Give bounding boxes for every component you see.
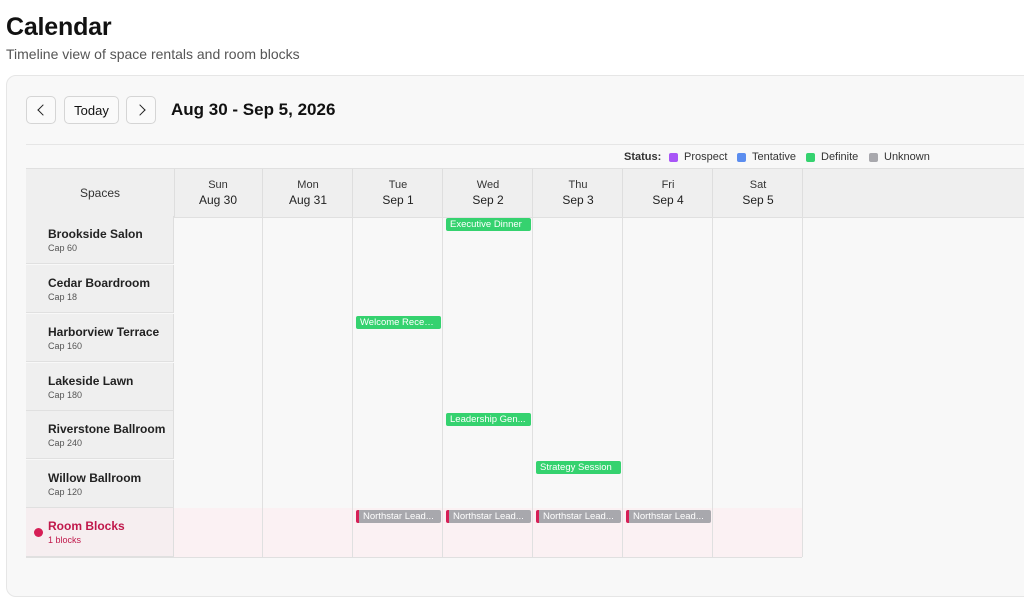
day-date: Aug 31 (288, 193, 328, 207)
day-of-week: Thu (568, 179, 588, 191)
legend-item-tentative: Tentative (737, 151, 796, 163)
event-welcome-reception[interactable]: Welcome Recep... (356, 316, 441, 329)
day-of-week: Sun (208, 179, 228, 191)
day-date: Sep 2 (472, 193, 504, 207)
day-header-wed: Wed Sep 2 (444, 169, 533, 217)
legend-text-unknown: Unknown (884, 151, 930, 163)
legend-item-definite: Definite (806, 151, 858, 163)
day-header-thu: Thu Sep 3 (534, 169, 623, 217)
previous-week-button[interactable] (26, 96, 56, 124)
room-blocks-dot-icon (34, 528, 43, 537)
calendar-card: Today Aug 30 - Sep 5, 2026 Status: Prosp… (6, 75, 1024, 597)
legend-text-definite: Definite (821, 151, 859, 163)
timeline-header: Spaces Sun Aug 30 Mon Aug 31 Tue Sep 1 Wed S… (26, 168, 1024, 218)
legend-swatch-unknown (869, 152, 878, 162)
room-block-event[interactable]: Northstar Lead... (446, 510, 531, 523)
space-name: Harborview Terrace (48, 325, 160, 339)
day-column-fri[interactable] (624, 216, 713, 557)
event-executive-dinner[interactable]: Executive Dinner (446, 218, 531, 231)
space-name: Brookside Salon (48, 227, 143, 241)
day-of-week: Tue (388, 179, 408, 191)
day-date: Sep 4 (652, 193, 684, 207)
day-of-week: Mon (297, 179, 319, 191)
legend-item-unknown: Unknown (869, 151, 930, 163)
legend-text-tentative: Tentative (752, 151, 797, 163)
next-week-button[interactable] (126, 96, 156, 124)
legend-swatch-prospect (669, 152, 678, 162)
spaces-column-header: Spaces (26, 169, 175, 217)
day-column-mon[interactable] (264, 216, 353, 557)
space-row-label[interactable]: Lakeside Lawn Cap 180 (26, 363, 174, 411)
space-row-label[interactable]: Cedar Boardroom Cap 18 (26, 265, 174, 313)
space-row-label[interactable]: Riverstone Ballroom Cap 240 (26, 411, 174, 459)
timeline-grid: Spaces Sun Aug 30 Mon Aug 31 Tue Sep 1 Wed S… (26, 168, 1024, 558)
day-header-sun: Sun Aug 30 (174, 169, 263, 217)
space-capacity: Cap 60 (48, 243, 78, 253)
room-block-event[interactable]: Northstar Lead... (626, 510, 711, 523)
room-blocks-label[interactable]: Room Blocks 1 blocks (26, 508, 174, 557)
page-subtitle: Timeline view of space rentals and room … (6, 46, 300, 62)
day-header-tue: Tue Sep 1 (354, 169, 443, 217)
page-title: Calendar (6, 13, 112, 41)
space-name: Willow Ballroom (48, 471, 142, 485)
space-row-label[interactable]: Brookside Salon Cap 60 (26, 216, 174, 264)
room-block-event[interactable]: Northstar Lead... (536, 510, 621, 523)
space-capacity: Cap 120 (48, 487, 83, 497)
legend-text-prospect: Prospect (684, 151, 728, 163)
day-date: Sep 1 (382, 193, 414, 207)
day-column-sun[interactable] (174, 216, 263, 557)
legend-swatch-definite (806, 152, 815, 162)
day-of-week: Wed (476, 179, 500, 191)
day-of-week: Sat (749, 179, 767, 191)
room-block-event[interactable]: Northstar Lead... (356, 510, 441, 523)
day-column-thu[interactable] (534, 216, 623, 557)
day-column-sat[interactable] (714, 216, 803, 557)
room-blocks-title: Room Blocks (48, 519, 125, 533)
day-column-tue[interactable] (354, 216, 443, 557)
today-button[interactable]: Today (64, 96, 119, 124)
day-header-sat: Sat Sep 5 (714, 169, 803, 217)
space-row-label[interactable]: Harborview Terrace Cap 160 (26, 314, 174, 362)
space-row-label[interactable]: Willow Ballroom Cap 120 (26, 460, 174, 508)
day-date: Aug 30 (198, 193, 238, 207)
event-strategy-session[interactable]: Strategy Session (536, 461, 621, 474)
space-capacity: Cap 18 (48, 292, 78, 302)
status-legend: Status: Prospect Tentative Definite Unkn… (26, 144, 1024, 169)
legend-swatch-tentative (737, 152, 746, 162)
legend-item-prospect: Prospect (669, 151, 727, 163)
event-leadership[interactable]: Leadership Gen... (446, 413, 531, 426)
space-capacity: Cap 240 (48, 438, 83, 448)
day-header-fri: Fri Sep 4 (624, 169, 713, 217)
day-column-wed[interactable] (444, 216, 533, 557)
day-date: Sep 5 (742, 193, 774, 207)
space-capacity: Cap 180 (48, 390, 83, 400)
chevron-left-icon (36, 104, 49, 116)
room-blocks-count: 1 blocks (48, 535, 82, 545)
day-of-week: Fri (661, 179, 675, 191)
space-capacity: Cap 160 (48, 341, 83, 351)
space-name: Lakeside Lawn (48, 374, 134, 388)
space-name: Riverstone Ballroom (48, 422, 166, 436)
chevron-right-icon (133, 104, 146, 116)
day-date: Sep 3 (562, 193, 594, 207)
date-range-title: Aug 30 - Sep 5, 2026 (171, 100, 336, 119)
day-header-mon: Mon Aug 31 (264, 169, 353, 217)
legend-label: Status: (624, 151, 662, 163)
space-name: Cedar Boardroom (48, 276, 151, 290)
